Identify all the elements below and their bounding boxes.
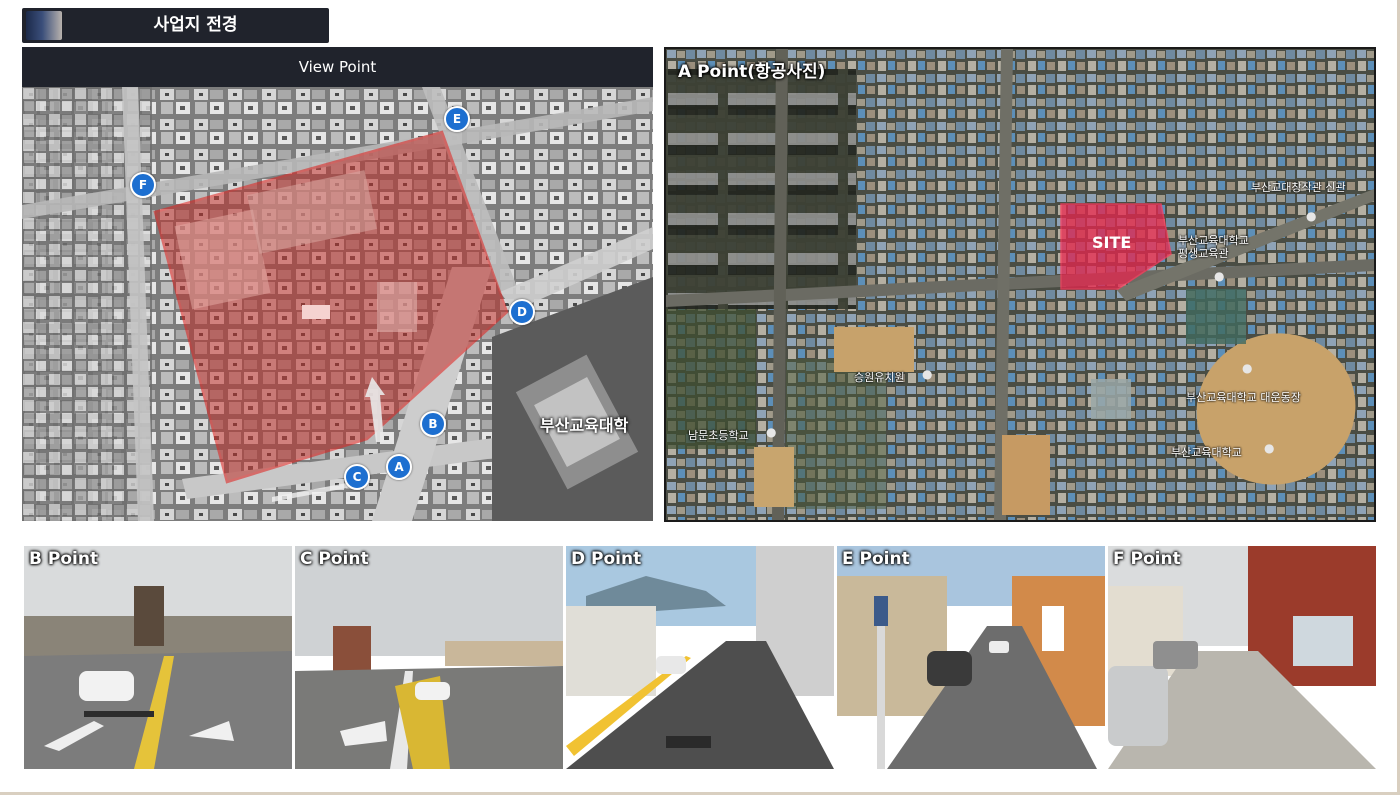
map-pin-icon: ● (766, 425, 777, 439)
place-label-university: 부산교육대학교 (1171, 446, 1242, 459)
map-pin-icon: ● (1242, 361, 1253, 375)
street-view-b[interactable]: B Point (24, 546, 292, 769)
street-view-e[interactable]: E Point (837, 546, 1105, 769)
view-point-marker-a[interactable]: A (386, 454, 412, 480)
street-view-d[interactable]: D Point (566, 546, 834, 769)
street-view-d-label: D Point (571, 549, 642, 569)
section-title: 사업지 전경 (153, 15, 238, 35)
site-label: SITE (1092, 233, 1132, 252)
view-point-marker-f[interactable]: F (130, 172, 156, 198)
title-accent-tab (26, 11, 62, 40)
campus-label: 부산교육대학 (540, 416, 629, 435)
grayscale-satellite-map (22, 87, 653, 521)
aerial-photo-panel[interactable]: A Point(항공사진) SITE 부산교대창작관 신관 부산교육대학교 평생… (664, 47, 1376, 522)
view-point-marker-c[interactable]: C (344, 464, 370, 490)
view-point-map[interactable]: A B C D E F 부산교육대학 (22, 87, 653, 521)
street-view-f[interactable]: F Point (1108, 546, 1376, 769)
view-point-marker-d[interactable]: D (509, 299, 535, 325)
street-photo-f (1108, 546, 1376, 769)
street-photo-e (837, 546, 1105, 769)
place-label-lifelong-education: 부산교육대학교 평생교육관 (1178, 234, 1249, 260)
map-pin-icon: ● (1214, 269, 1225, 283)
street-photo-d (566, 546, 834, 769)
street-photo-c (295, 546, 563, 769)
section-title-bar: 사업지 전경 (22, 8, 329, 43)
view-point-header: View Point (22, 47, 653, 87)
place-label-training-hall: 부산교대창작관 신관 (1251, 181, 1346, 194)
street-view-row: B Point C Point D Point E Point F Point (24, 546, 1376, 769)
map-pin-icon: ● (1264, 441, 1275, 455)
view-point-marker-b[interactable]: B (420, 411, 446, 437)
aerial-title: A Point(항공사진) (678, 62, 826, 82)
map-pin-icon: ● (922, 367, 933, 381)
street-view-b-label: B Point (29, 549, 99, 569)
street-view-f-label: F Point (1113, 549, 1181, 569)
street-view-c-label: C Point (300, 549, 369, 569)
place-label-athletic-field: 부산교육대학교 대운동장 (1186, 391, 1301, 404)
map-pin-icon: ● (1306, 209, 1317, 223)
street-view-c[interactable]: C Point (295, 546, 563, 769)
view-point-marker-e[interactable]: E (444, 106, 470, 132)
place-label-elementary-school: 남문초등학교 (688, 429, 749, 442)
street-view-e-label: E Point (842, 549, 910, 569)
street-photo-b (24, 546, 292, 769)
place-label-kindergarten: 승원유치원 (854, 371, 905, 384)
